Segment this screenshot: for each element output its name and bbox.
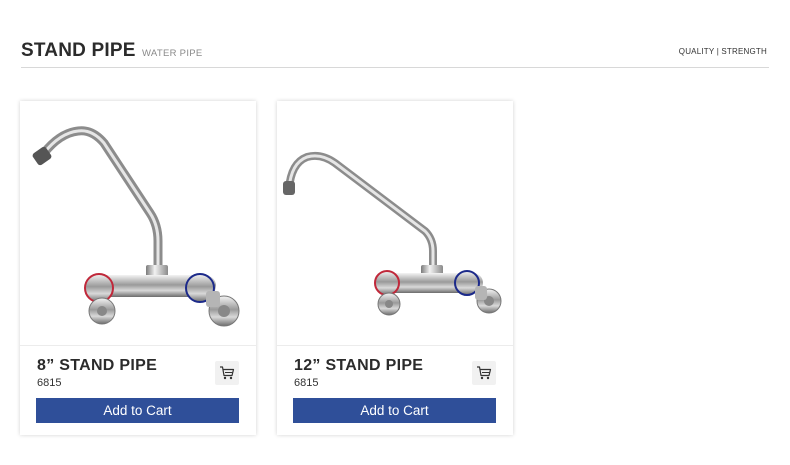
section-title: STAND PIPE: [21, 40, 136, 61]
product-card[interactable]: 12” STAND PIPE 6815 Add to Cart: [277, 101, 513, 435]
product-image[interactable]: [277, 101, 513, 346]
faucet-image: [283, 151, 502, 316]
product-code: 6815: [37, 377, 62, 389]
add-to-cart-button[interactable]: Add to Cart: [293, 398, 496, 423]
cart-button[interactable]: [472, 361, 496, 385]
product-card[interactable]: 8” STAND PIPE 6815 Add to Cart: [20, 101, 256, 435]
cart-icon: [220, 366, 235, 380]
section-header: STAND PIPE WATER PIPE QUALITY | STRENGTH: [21, 38, 769, 68]
cart-button[interactable]: [215, 361, 239, 385]
section-tagline: QUALITY | STRENGTH: [678, 47, 767, 56]
product-name[interactable]: 12” STAND PIPE: [294, 357, 423, 375]
product-image[interactable]: [20, 101, 256, 346]
product-name[interactable]: 8” STAND PIPE: [37, 357, 157, 375]
faucet-image: [32, 126, 240, 327]
cart-icon: [477, 366, 492, 380]
add-to-cart-button[interactable]: Add to Cart: [36, 398, 239, 423]
section-subtitle: WATER PIPE: [142, 48, 203, 59]
product-code: 6815: [294, 377, 319, 389]
